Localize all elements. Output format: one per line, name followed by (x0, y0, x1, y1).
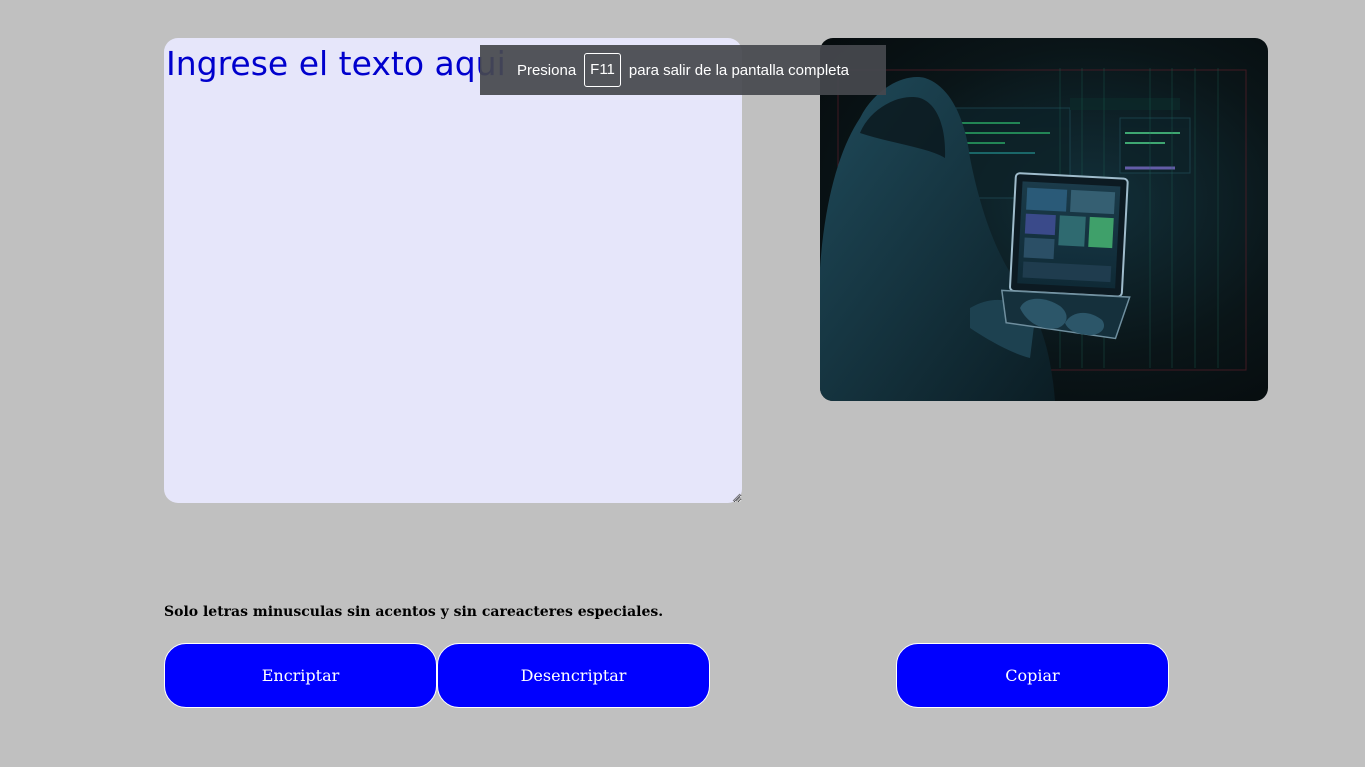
resize-grip-icon[interactable] (731, 492, 741, 502)
fullscreen-exit-banner: Presiona F11 para salir de la pantalla c… (480, 45, 886, 95)
fullscreen-prefix: Presiona (516, 61, 577, 79)
copy-button[interactable]: Copiar (896, 643, 1169, 708)
decrypt-button[interactable]: Desencriptar (437, 643, 710, 708)
page: Presiona F11 para salir de la pantalla c… (0, 0, 1365, 767)
input-rules-notice: Solo letras minusculas sin acentos y sin… (164, 604, 664, 620)
hacker-illustration (820, 38, 1268, 401)
text-input[interactable] (164, 38, 742, 503)
f11-key-badge: F11 (584, 53, 621, 87)
fullscreen-suffix: para salir de la pantalla completa (628, 61, 850, 79)
encrypt-button[interactable]: Encriptar (164, 643, 437, 708)
